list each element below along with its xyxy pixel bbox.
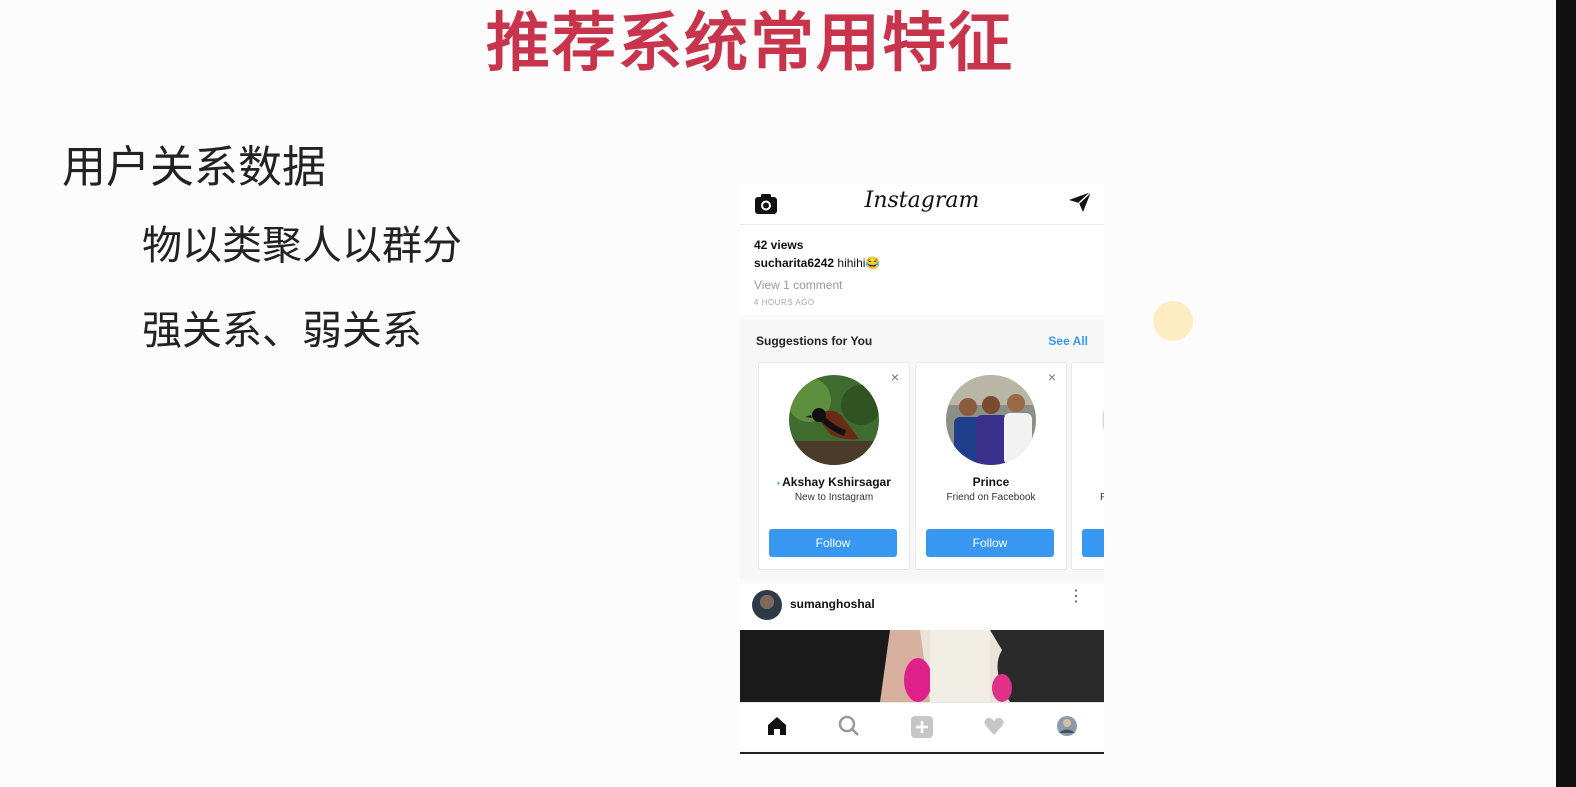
avatar[interactable] (1102, 375, 1104, 465)
close-icon[interactable]: × (1048, 369, 1056, 385)
instagram-screenshot: Instagram 42 views sucharita6242 hihihi😂… (740, 184, 1104, 754)
view-count: 42 views (754, 238, 804, 252)
caption-text: hihihi😂 (834, 256, 881, 270)
view-comments-link[interactable]: View 1 comment (754, 278, 842, 292)
heart-icon[interactable] (983, 715, 1005, 742)
avatar[interactable] (946, 375, 1036, 465)
post-header: sumanghoshal ⋮ (740, 584, 1104, 630)
post-meta: 42 views sucharita6242 hihihi😂 View 1 co… (740, 225, 1104, 315)
suggestion-card: × Prince Friend on Facebook Follow (915, 362, 1067, 570)
suggestion-name[interactable]: Prince (916, 475, 1066, 489)
suggestion-card: × • Akshay Kshirsagar New to Instagram F… (758, 362, 910, 570)
suggestion-reason: F (1100, 492, 1104, 503)
bullet-birds-of-a-feather: 物以类聚人以群分 (142, 223, 462, 269)
post-username[interactable]: sumanghoshal (790, 597, 875, 611)
caption-username[interactable]: sucharita6242 (754, 256, 834, 270)
home-icon[interactable] (766, 715, 788, 742)
suggestion-reason: New to Instagram (794, 492, 874, 503)
avatar[interactable] (752, 590, 782, 620)
more-options-icon[interactable]: ⋮ (1068, 589, 1084, 605)
add-icon[interactable] (910, 715, 934, 744)
follow-button[interactable]: Follow (926, 529, 1054, 557)
window-edge (1556, 0, 1576, 787)
follow-button[interactable]: Follow (769, 529, 897, 557)
suggestions-title: Suggestions for You (756, 334, 873, 348)
see-all-link[interactable]: See All (1048, 334, 1088, 348)
post-image[interactable] (740, 630, 1104, 702)
slide-title: 推荐系统常用特征 (486, 7, 1014, 81)
app-logo: Instagram (864, 188, 980, 213)
app-topbar: Instagram (740, 184, 1104, 225)
bullet-strong-weak-ties: 强关系、弱关系 (142, 308, 422, 354)
search-icon[interactable] (838, 715, 860, 742)
bullet-user-relationship-data: 用户关系数据 (62, 142, 326, 193)
profile-icon[interactable] (1056, 715, 1078, 742)
close-icon[interactable]: × (891, 369, 899, 385)
avatar[interactable] (789, 375, 879, 465)
suggestion-card: F (1071, 362, 1104, 570)
post-caption: sucharita6242 hihihi😂 (754, 256, 880, 270)
bottom-nav (740, 702, 1104, 751)
follow-button[interactable] (1082, 529, 1104, 557)
pointer-highlight (1153, 301, 1193, 341)
direct-message-icon[interactable] (1068, 191, 1092, 218)
post-timestamp: 4 HOURS AGO (754, 298, 815, 307)
suggestions-section: Suggestions for You See All × • Akshay K… (740, 320, 1104, 578)
suggestion-reason: Friend on Facebook (946, 492, 1036, 503)
suggestion-name[interactable]: • Akshay Kshirsagar (759, 475, 909, 489)
